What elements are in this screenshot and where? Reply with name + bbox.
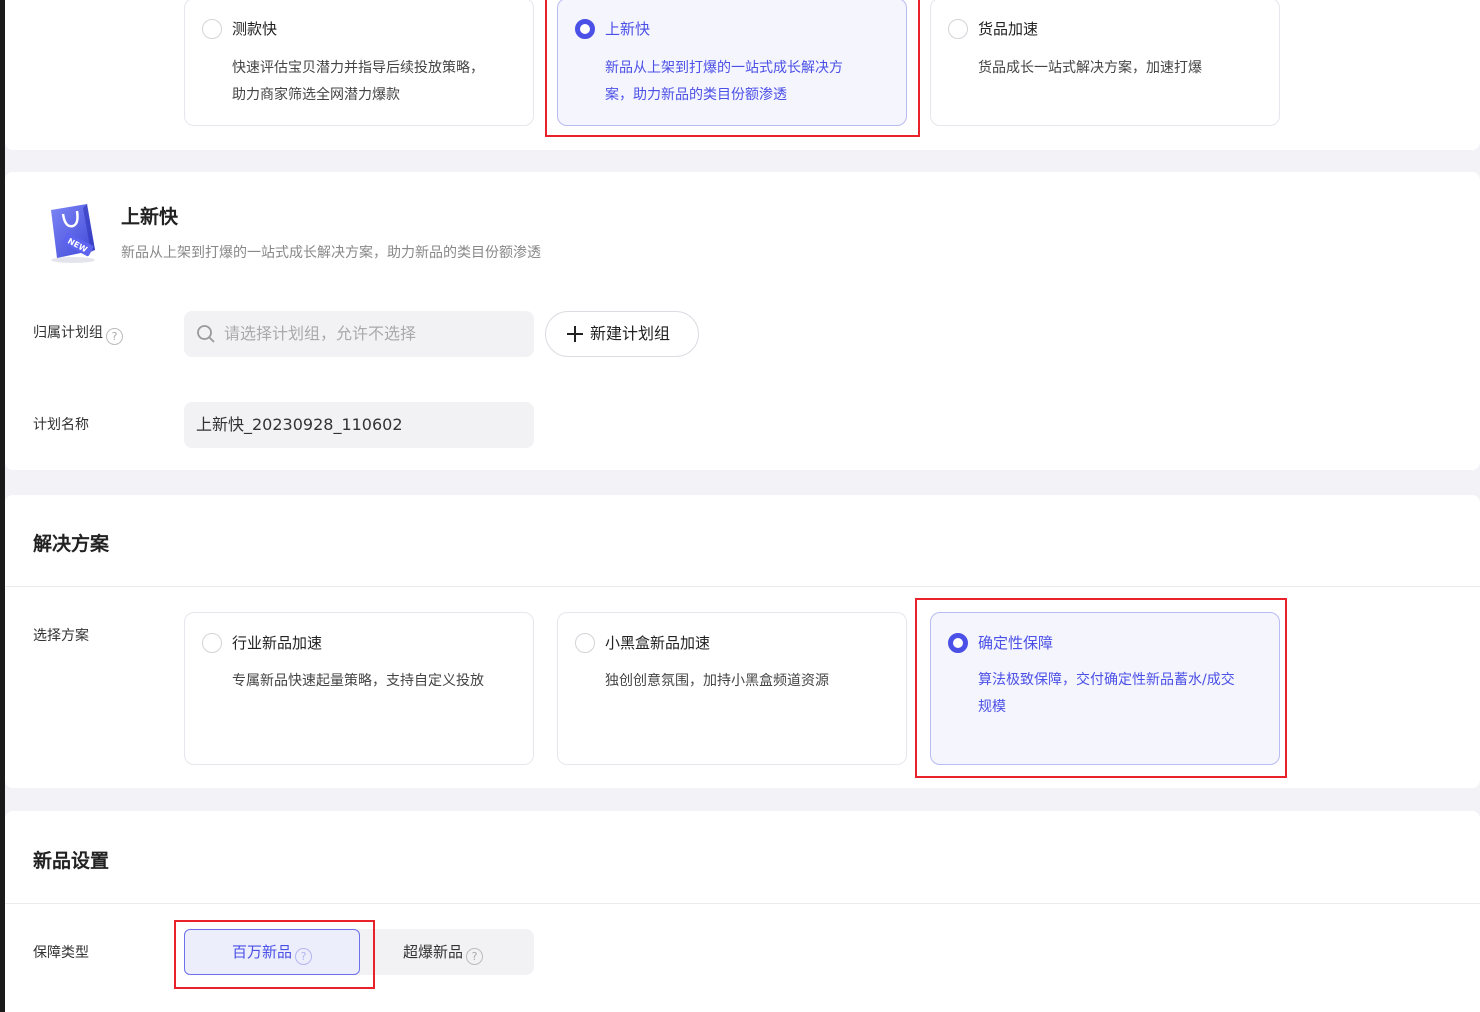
option-desc-line: 规模 bbox=[978, 699, 1006, 715]
option-card-goods-boost[interactable]: 货品加速 货品成长一站式解决方案，加速打爆 bbox=[930, 0, 1280, 126]
radio-icon[interactable] bbox=[202, 19, 222, 39]
plan-group-label-text: 归属计划组 bbox=[33, 325, 103, 341]
option-card-new-launch[interactable]: 上新快 新品从上架到打爆的一站式成长解决方 案，助力新品的类目份额渗透 bbox=[557, 0, 907, 126]
solution-card-blackbox[interactable]: 小黑盒新品加速 独创创意氛围，加持小黑盒频道资源 bbox=[557, 612, 907, 765]
option-desc-line: 助力商家筛选全网潜力爆款 bbox=[232, 87, 400, 103]
plan-group-placeholder: 请选择计划组，允许不选择 bbox=[224, 324, 417, 343]
product-panel: NEW 上新快 新品从上架到打爆的一站式成长解决方案，助力新品的类目份额渗透 归… bbox=[5, 172, 1480, 470]
option-title: 上新快 bbox=[605, 20, 651, 38]
plan-group-label: 归属计划组? bbox=[33, 322, 123, 345]
segment-million-new[interactable]: 百万新品? bbox=[184, 929, 360, 975]
product-title: 上新快 bbox=[121, 206, 179, 228]
radio-selected-icon[interactable] bbox=[575, 19, 595, 39]
option-desc-line: 专属新品快速起量策略，支持自定义投放 bbox=[232, 673, 484, 689]
option-title: 货品加速 bbox=[978, 20, 1039, 38]
plan-name-value: 上新快_20230928_110602 bbox=[196, 415, 403, 434]
option-desc-line: 独创创意氛围，加持小黑盒频道资源 bbox=[605, 673, 829, 689]
radio-selected-icon[interactable] bbox=[948, 633, 968, 653]
solution-card-guarantee[interactable]: 确定性保障 算法极致保障，交付确定性新品蓄水/成交 规模 bbox=[930, 612, 1280, 765]
option-title: 小黑盒新品加速 bbox=[605, 634, 711, 652]
option-title: 确定性保障 bbox=[978, 634, 1054, 652]
radio-icon[interactable] bbox=[575, 633, 595, 653]
solution-label: 选择方案 bbox=[33, 628, 89, 644]
option-desc: 算法极致保障，交付确定性新品蓄水/成交 规模 bbox=[978, 667, 1235, 721]
solution-panel: 解决方案 选择方案 行业新品加速 专属新品快速起量策略，支持自定义投放 小黑盒新… bbox=[5, 495, 1480, 788]
help-icon[interactable]: ? bbox=[295, 948, 312, 965]
guarantee-type-label: 保障类型 bbox=[33, 945, 89, 961]
guarantee-type-segmented: 百万新品? 超爆新品? bbox=[184, 929, 534, 975]
search-icon bbox=[197, 325, 215, 343]
option-desc-line: 货品成长一站式解决方案，加速打爆 bbox=[978, 60, 1202, 76]
plan-name-label: 计划名称 bbox=[33, 417, 89, 433]
new-item-panel: 新品设置 保障类型 百万新品? 超爆新品? bbox=[5, 811, 1480, 1012]
radio-icon[interactable] bbox=[948, 19, 968, 39]
option-desc: 独创创意氛围，加持小黑盒频道资源 bbox=[605, 668, 829, 695]
product-description: 新品从上架到打爆的一站式成长解决方案，助力新品的类目份额渗透 bbox=[121, 245, 541, 261]
radio-icon[interactable] bbox=[202, 633, 222, 653]
help-icon[interactable]: ? bbox=[106, 328, 123, 345]
new-bag-icon: NEW bbox=[51, 204, 95, 263]
strategy-panel: 测款快 快速评估宝贝潜力并指导后续投放策略， 助力商家筛选全网潜力爆款 上新快 … bbox=[5, 0, 1480, 150]
option-desc-line: 快速评估宝贝潜力并指导后续投放策略， bbox=[232, 60, 484, 76]
option-desc-line: 案，助力新品的类目份额渗透 bbox=[605, 87, 787, 103]
new-plan-group-button[interactable]: 新建计划组 bbox=[545, 311, 699, 357]
option-desc: 新品从上架到打爆的一站式成长解决方 案，助力新品的类目份额渗透 bbox=[605, 55, 843, 109]
option-desc: 专属新品快速起量策略，支持自定义投放 bbox=[232, 668, 484, 695]
plan-group-search-input[interactable]: 请选择计划组，允许不选择 bbox=[184, 311, 534, 357]
solution-section-title: 解决方案 bbox=[33, 533, 110, 555]
option-card-test[interactable]: 测款快 快速评估宝贝潜力并指导后续投放策略， 助力商家筛选全网潜力爆款 bbox=[184, 0, 534, 126]
option-title: 行业新品加速 bbox=[232, 634, 323, 652]
option-title: 测款快 bbox=[232, 20, 278, 38]
segment-label: 百万新品 bbox=[231, 943, 292, 961]
help-icon[interactable]: ? bbox=[466, 948, 484, 965]
solution-card-industry[interactable]: 行业新品加速 专属新品快速起量策略，支持自定义投放 bbox=[184, 612, 534, 765]
option-desc-line: 新品从上架到打爆的一站式成长解决方 bbox=[605, 60, 843, 76]
option-desc: 快速评估宝贝潜力并指导后续投放策略， 助力商家筛选全网潜力爆款 bbox=[232, 55, 484, 109]
plus-icon bbox=[567, 326, 583, 342]
option-desc-line: 算法极致保障，交付确定性新品蓄水/成交 bbox=[978, 672, 1235, 688]
new-plan-group-label: 新建计划组 bbox=[590, 324, 671, 343]
divider bbox=[5, 903, 1480, 904]
new-item-section-title: 新品设置 bbox=[33, 850, 110, 872]
option-desc: 货品成长一站式解决方案，加速打爆 bbox=[978, 55, 1202, 82]
divider bbox=[5, 586, 1480, 587]
plan-name-input[interactable]: 上新快_20230928_110602 bbox=[184, 402, 534, 448]
segment-label: 超爆新品 bbox=[403, 943, 464, 961]
segment-super-hot-new[interactable]: 超爆新品? bbox=[403, 929, 484, 975]
